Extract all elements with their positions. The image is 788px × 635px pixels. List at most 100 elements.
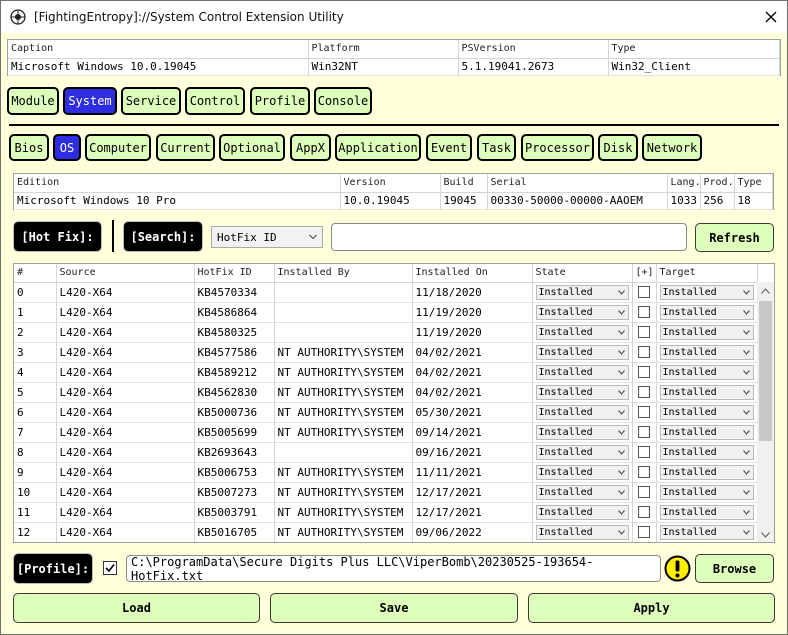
column-header[interactable]: Source — [56, 264, 195, 283]
refresh-button[interactable]: Refresh — [695, 223, 774, 252]
tab-console[interactable]: Console — [314, 87, 372, 115]
target-select[interactable]: Installed — [659, 284, 754, 300]
column-header[interactable]: Target — [656, 264, 758, 283]
row-hotfix-id[interactable]: KB5003791 — [194, 502, 275, 523]
row-installed-on[interactable]: 11/19/2020 — [412, 302, 533, 323]
system-platform[interactable]: Win32NT — [308, 58, 459, 76]
scroll-up-icon[interactable] — [761, 288, 770, 294]
state-select[interactable]: Installed — [535, 284, 629, 300]
row-checkbox[interactable] — [638, 486, 650, 498]
tab-event[interactable]: Event — [426, 134, 472, 161]
system-type[interactable]: Win32_Client — [608, 58, 780, 76]
os-type[interactable]: 18 — [734, 192, 773, 210]
row-installed-on[interactable]: 05/30/2021 — [412, 402, 533, 423]
row-index[interactable]: 10 — [14, 482, 57, 503]
state-select[interactable]: Installed — [535, 524, 629, 540]
column-header[interactable]: # — [14, 264, 57, 283]
column-header[interactable]: Installed By — [274, 264, 413, 283]
column-header[interactable]: State — [532, 264, 633, 283]
row-source[interactable]: L420-X64 — [56, 322, 195, 343]
scrollbar-thumb[interactable] — [759, 301, 772, 441]
row-source[interactable]: L420-X64 — [56, 422, 195, 443]
row-source[interactable]: L420-X64 — [56, 282, 195, 303]
row-installed-by[interactable]: NT AUTHORITY\SYSTEM — [274, 522, 413, 542]
row-installed-by[interactable]: NT AUTHORITY\SYSTEM — [274, 462, 413, 483]
search-input[interactable] — [331, 223, 687, 251]
table-row[interactable]: 6 L420-X64 KB5000736 NT AUTHORITY\SYSTEM 05/… — [14, 402, 758, 423]
row-installed-by[interactable]: NT AUTHORITY\SYSTEM — [274, 362, 413, 383]
column-header[interactable]: Prod. — [700, 174, 735, 193]
row-checkbox[interactable] — [638, 386, 650, 398]
tab-appx[interactable]: AppX — [290, 134, 331, 161]
row-hotfix-id[interactable]: KB4577586 — [194, 342, 275, 363]
target-select[interactable]: Installed — [659, 424, 754, 440]
row-checkbox[interactable] — [638, 506, 650, 518]
browse-button[interactable]: Browse — [695, 554, 774, 583]
row-index[interactable]: 0 — [14, 282, 57, 303]
table-row[interactable]: 7 L420-X64 KB5005699 NT AUTHORITY\SYSTEM 09/… — [14, 422, 758, 443]
row-index[interactable]: 7 — [14, 422, 57, 443]
row-installed-by[interactable]: NT AUTHORITY\SYSTEM — [274, 402, 413, 423]
row-installed-on[interactable]: 11/19/2020 — [412, 322, 533, 343]
row-checkbox[interactable] — [638, 346, 650, 358]
table-row[interactable]: 8 L420-X64 KB2693643 09/16/2021 Installed Ins… — [14, 442, 758, 463]
row-source[interactable]: L420-X64 — [56, 362, 195, 383]
row-hotfix-id[interactable]: KB4586864 — [194, 302, 275, 323]
row-installed-on[interactable]: 09/06/2022 — [412, 522, 533, 542]
table-row[interactable]: 12 L420-X64 KB5016705 NT AUTHORITY\SYSTEM 09… — [14, 522, 758, 542]
state-select[interactable]: Installed — [535, 404, 629, 420]
tab-disk[interactable]: Disk — [598, 134, 638, 161]
apply-button[interactable]: Apply — [528, 593, 775, 623]
table-row[interactable]: 2 L420-X64 KB4580325 11/19/2020 Installed Ins… — [14, 322, 758, 343]
row-checkbox[interactable] — [638, 526, 650, 538]
row-installed-by[interactable]: NT AUTHORITY\SYSTEM — [274, 422, 413, 443]
row-hotfix-id[interactable]: KB5016705 — [194, 522, 275, 542]
row-installed-on[interactable]: 12/17/2021 — [412, 502, 533, 523]
state-select[interactable]: Installed — [535, 364, 629, 380]
target-select[interactable]: Installed — [659, 524, 754, 540]
target-select[interactable]: Installed — [659, 304, 754, 320]
row-installed-by[interactable] — [274, 442, 413, 463]
tab-profile[interactable]: Profile — [250, 87, 310, 115]
tab-processor[interactable]: Processor — [521, 134, 594, 161]
row-installed-on[interactable]: 04/02/2021 — [412, 342, 533, 363]
row-hotfix-id[interactable]: KB5007273 — [194, 482, 275, 503]
column-header[interactable]: Installed On — [412, 264, 533, 283]
row-installed-on[interactable]: 04/02/2021 — [412, 362, 533, 383]
target-select[interactable]: Installed — [659, 364, 754, 380]
row-installed-by[interactable]: NT AUTHORITY\SYSTEM — [274, 342, 413, 363]
target-select[interactable]: Installed — [659, 504, 754, 520]
table-row[interactable]: 10 L420-X64 KB5007273 NT AUTHORITY\SYSTEM 12… — [14, 482, 758, 503]
row-hotfix-id[interactable]: KB5005699 — [194, 422, 275, 443]
state-select[interactable]: Installed — [535, 484, 629, 500]
os-product[interactable]: 256 — [700, 192, 735, 210]
row-source[interactable]: L420-X64 — [56, 462, 195, 483]
search-property-select[interactable]: HotFix ID — [211, 226, 323, 248]
row-hotfix-id[interactable]: KB4570334 — [194, 282, 275, 303]
tab-computer[interactable]: Computer — [85, 134, 151, 161]
state-select[interactable]: Installed — [535, 504, 629, 520]
row-installed-on[interactable]: 11/18/2020 — [412, 282, 533, 303]
row-source[interactable]: L420-X64 — [56, 382, 195, 403]
state-select[interactable]: Installed — [535, 384, 629, 400]
row-installed-by[interactable] — [274, 282, 413, 303]
target-select[interactable]: Installed — [659, 404, 754, 420]
row-installed-on[interactable]: 12/17/2021 — [412, 482, 533, 503]
load-button[interactable]: Load — [13, 593, 260, 623]
row-hotfix-id[interactable]: KB4589212 — [194, 362, 275, 383]
target-select[interactable]: Installed — [659, 344, 754, 360]
row-source[interactable]: L420-X64 — [56, 442, 195, 463]
row-installed-by[interactable]: NT AUTHORITY\SYSTEM — [274, 482, 413, 503]
row-checkbox[interactable] — [638, 446, 650, 458]
table-row[interactable]: 9 L420-X64 KB5006753 NT AUTHORITY\SYSTEM 11/… — [14, 462, 758, 483]
state-select[interactable]: Installed — [535, 444, 629, 460]
tab-application[interactable]: Application — [335, 134, 421, 161]
row-checkbox[interactable] — [638, 366, 650, 378]
state-select[interactable]: Installed — [535, 324, 629, 340]
row-installed-by[interactable] — [274, 322, 413, 343]
table-row[interactable]: 3 L420-X64 KB4577586 NT AUTHORITY\SYSTEM 04/… — [14, 342, 758, 363]
save-button[interactable]: Save — [270, 593, 518, 623]
row-installed-on[interactable]: 04/02/2021 — [412, 382, 533, 403]
tab-module[interactable]: Module — [7, 87, 59, 115]
row-checkbox[interactable] — [638, 406, 650, 418]
